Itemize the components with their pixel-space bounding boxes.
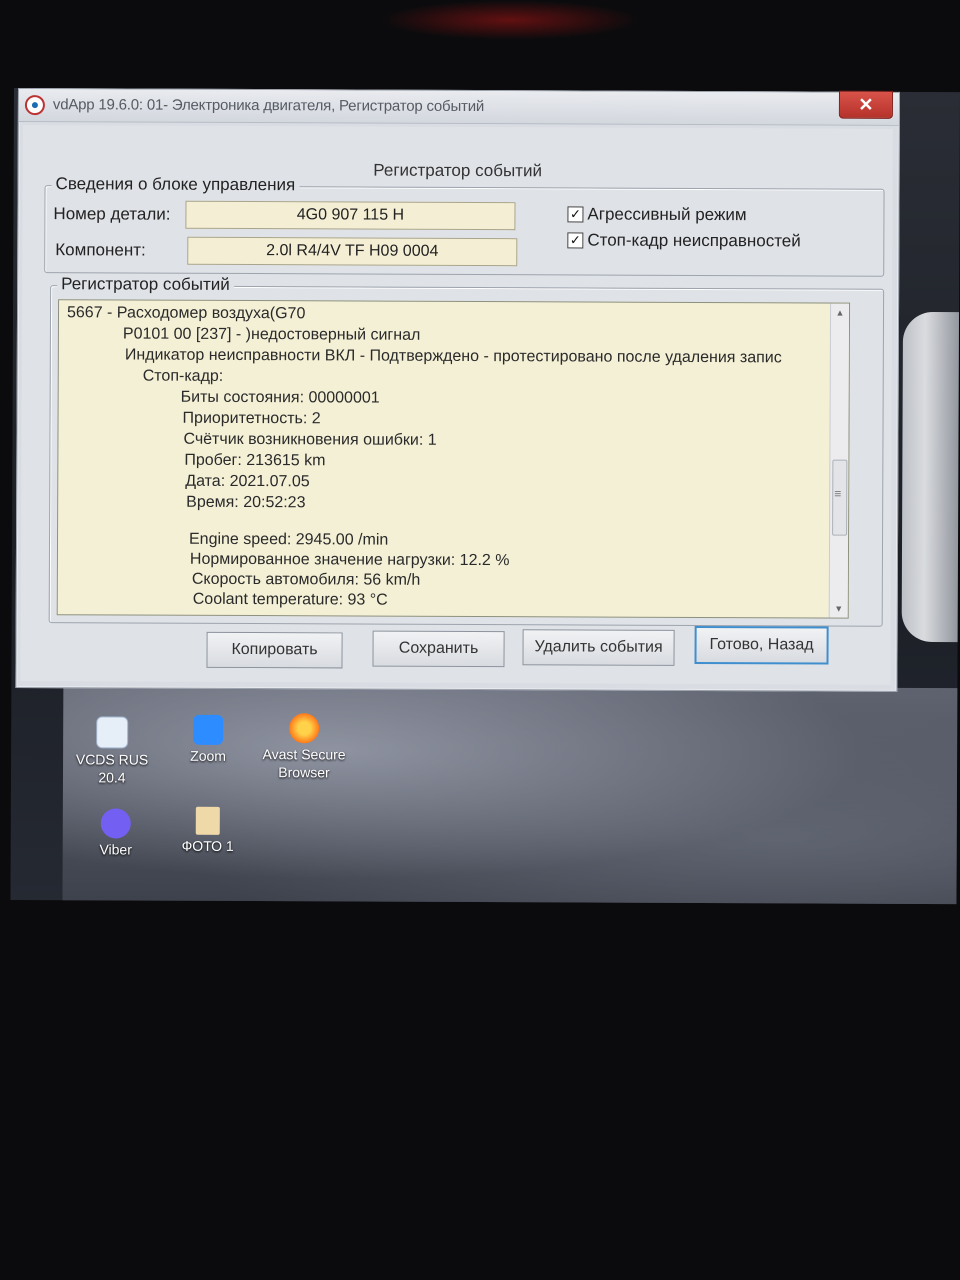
log-line: Скорость автомобиля: 56 km/h (191, 570, 421, 589)
aggressive-mode-label: Агрессивный режим (587, 204, 747, 225)
desktop-icon-viber[interactable]: Viber (71, 808, 161, 858)
desktop-icon-label: Zoom (190, 747, 227, 764)
log-line: Приоритетность: 2 (182, 409, 321, 428)
desktop-icon-folder[interactable]: ФОТО 1 (163, 806, 253, 855)
ecu-info-legend: Сведения о блоке управления (51, 174, 300, 196)
monitor-screen: VCDS RUS 20.4 Zoom Avast Secure Browser … (10, 88, 960, 905)
log-line: Индикатор неисправности ВКЛ - Подтвержде… (124, 346, 782, 367)
scroll-thumb[interactable] (832, 459, 848, 536)
aggressive-mode-checkbox[interactable]: ✓ (567, 206, 584, 223)
desktop-icon-label: Browser (278, 764, 330, 781)
close-button[interactable]: ✕ (838, 90, 893, 119)
desktop-icon-label: ФОТО 1 (181, 837, 234, 854)
log-line: Engine speed: 2945.00 /min (188, 530, 389, 549)
zoom-icon (193, 714, 224, 745)
event-log-legend: Регистратор событий (57, 274, 234, 295)
wallpaper-car (901, 311, 960, 643)
log-line: Счётчик возникновения ошибки: 1 (183, 430, 437, 449)
dialog-client-area: Регистратор событий Сведения о блоке упр… (20, 125, 893, 685)
delete-events-button[interactable]: Удалить события (522, 629, 675, 666)
folder-icon (195, 806, 220, 835)
copy-button[interactable]: Копировать (206, 631, 343, 669)
title-bar[interactable]: vdApp 19.6.0: 01- Электроника двигателя,… (18, 89, 899, 126)
log-line: Нормированное значение нагрузки: 12.2 % (189, 550, 510, 570)
part-number-label: Номер детали: (53, 204, 171, 224)
freeze-frame-checkbox[interactable]: ✓ (567, 232, 584, 249)
log-line: Пробег: 213615 km (184, 451, 326, 470)
save-button[interactable]: Сохранить (372, 630, 505, 668)
desktop-icon-label: VCDS RUS (75, 751, 149, 768)
part-number-field[interactable]: 4G0 907 115 H (185, 200, 516, 231)
component-label: Компонент: (55, 240, 146, 260)
monitor-glow (380, 0, 640, 40)
ecu-info-group: Сведения о блоке управления Номер детали… (44, 174, 885, 277)
event-recorder-window: vdApp 19.6.0: 01- Электроника двигателя,… (15, 88, 900, 692)
log-line: Время: 20:52:23 (186, 493, 306, 512)
log-line: Биты состояния: 00000001 (180, 388, 380, 407)
done-back-button[interactable]: Готово, Назад (694, 625, 829, 665)
log-line: 5667 - Расходомер воздуха(G70 (66, 304, 306, 323)
vcds-icon (96, 716, 129, 749)
desktop-icon-vcds[interactable]: VCDS RUS 20.4 (67, 716, 157, 786)
desktop-icon-label: 20.4 (98, 769, 126, 786)
log-line: P0101 00 [237] - )недостоверный сигнал (122, 325, 421, 344)
desktop-icon-label: Avast Secure (262, 746, 346, 763)
desktop-icon-zoom[interactable]: Zoom (163, 714, 253, 765)
viber-icon (100, 808, 131, 839)
scroll-down-arrow-icon[interactable]: ▼ (833, 603, 845, 615)
desktop-icon-avast-browser[interactable]: Avast Secure Browser (259, 713, 349, 781)
vcds-app-icon (24, 95, 45, 116)
event-log-textbox[interactable]: 5667 - Расходомер воздуха(G70 P0101 00 [… (56, 299, 851, 619)
freeze-frame-label: Стоп-кадр неисправностей (587, 230, 801, 251)
log-scrollbar[interactable]: ▲ ▼ (828, 303, 850, 618)
avast-browser-icon (289, 713, 320, 744)
scroll-up-arrow-icon[interactable]: ▲ (834, 307, 846, 319)
log-line: Coolant temperature: 93 °C (192, 590, 388, 609)
desktop-icon-label: Viber (99, 841, 132, 858)
log-line: Дата: 2021.07.05 (185, 472, 310, 491)
window-title: vdApp 19.6.0: 01- Электроника двигателя,… (52, 96, 485, 116)
log-line: Стоп-кадр: (142, 367, 224, 385)
component-field[interactable]: 2.0l R4/4V TF H09 0004 (187, 236, 518, 267)
